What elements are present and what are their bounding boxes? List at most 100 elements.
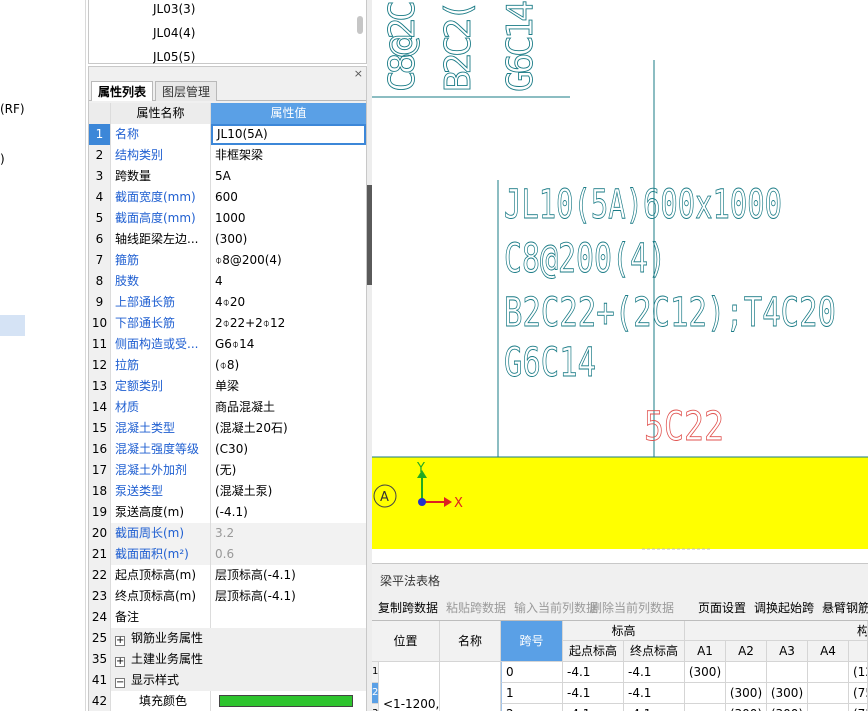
property-row[interactable]: 13 定额类别 单梁 bbox=[89, 376, 366, 397]
cell-start[interactable]: -4.1 bbox=[563, 662, 624, 683]
col-header-more[interactable]: 构 bbox=[849, 621, 868, 641]
property-row[interactable]: 17 混凝土外加剂 (无) bbox=[89, 460, 366, 481]
property-row[interactable]: 2 结构类别 非框架梁 bbox=[89, 145, 366, 166]
col-header-a3[interactable]: A3 bbox=[767, 641, 808, 662]
property-value[interactable]: 2⌽22+2⌽12 bbox=[211, 313, 366, 334]
property-value[interactable]: 4 bbox=[211, 271, 366, 292]
toolbar-button[interactable]: 调换起始跨 bbox=[754, 599, 814, 616]
cell-span[interactable]: 0 bbox=[501, 662, 563, 683]
cell-a1[interactable]: (300) bbox=[685, 662, 726, 683]
tree-scrollbar[interactable] bbox=[357, 16, 363, 34]
toolbar-button[interactable]: 粘贴跨数据 bbox=[446, 599, 506, 616]
property-value[interactable]: 商品混凝土 bbox=[211, 397, 366, 418]
col-header-elevation[interactable]: 标高 bbox=[563, 621, 685, 641]
cell-a2[interactable]: (300) bbox=[726, 683, 767, 704]
property-section-row[interactable]: 41− 显示样式 bbox=[89, 670, 366, 691]
toolbar-button[interactable]: 悬臂钢筋 bbox=[822, 599, 868, 616]
cell-name[interactable] bbox=[440, 662, 501, 711]
toolbar-button[interactable]: 复制跨数据 bbox=[378, 599, 438, 616]
property-row[interactable]: 24 备注 bbox=[89, 607, 366, 628]
property-row[interactable]: 1 名称 JL10(5A) bbox=[89, 124, 366, 145]
col-header-a2[interactable]: A2 bbox=[726, 641, 767, 662]
cell-a4[interactable] bbox=[808, 662, 849, 683]
section-label[interactable]: − 显示样式 bbox=[111, 670, 366, 691]
cell-a3[interactable] bbox=[767, 662, 808, 683]
cell-span[interactable]: 2 bbox=[501, 704, 563, 711]
section-label[interactable]: + 土建业务属性 bbox=[111, 649, 366, 670]
toolbar-button[interactable]: 删除当前列数据 bbox=[590, 599, 674, 616]
property-row[interactable]: 11 侧面构造或受... G6⌽14 bbox=[89, 334, 366, 355]
property-value[interactable]: 0.6 bbox=[211, 544, 366, 565]
property-value[interactable]: 非框架梁 bbox=[211, 145, 366, 166]
cell-start[interactable]: -4.1 bbox=[563, 683, 624, 704]
col-header-end-elevation[interactable]: 终点标高 bbox=[624, 641, 685, 662]
property-value[interactable] bbox=[211, 607, 366, 628]
property-row[interactable]: 7 箍筋 ⌽8@200(4) bbox=[89, 250, 366, 271]
property-section-row[interactable]: 35 + 土建业务属性 bbox=[89, 649, 366, 670]
expand-icon[interactable]: + bbox=[115, 636, 125, 646]
property-value[interactable]: (混凝土20石) bbox=[211, 418, 366, 439]
cell-a2[interactable]: (300) bbox=[726, 704, 767, 711]
property-value[interactable]: (混凝土泵) bbox=[211, 481, 366, 502]
tab-property-list[interactable]: 属性列表 bbox=[91, 81, 154, 101]
property-row[interactable]: 15 混凝土类型 (混凝土20石) bbox=[89, 418, 366, 439]
col-header-extra[interactable] bbox=[849, 641, 868, 662]
cell-span[interactable]: 1 bbox=[501, 683, 563, 704]
property-row[interactable]: 19 泵送高度(m) (-4.1) bbox=[89, 502, 366, 523]
property-row[interactable]: 8 肢数 4 bbox=[89, 271, 366, 292]
cell-extra[interactable]: (12 bbox=[849, 662, 868, 683]
cell-a3[interactable]: (300) bbox=[767, 704, 808, 711]
cell-extra[interactable]: (75 bbox=[849, 704, 868, 711]
cell-end[interactable]: -4.1 bbox=[624, 704, 685, 711]
property-row[interactable]: 21 截面面积(m²) 0.6 bbox=[89, 544, 366, 565]
property-value[interactable] bbox=[211, 691, 366, 711]
property-value[interactable]: 3.2 bbox=[211, 523, 366, 544]
property-row[interactable]: 5 截面高度(mm) 1000 bbox=[89, 208, 366, 229]
property-value[interactable]: (⌽8) bbox=[211, 355, 366, 376]
drawing-canvas[interactable]: C8@2C B2C2( G6C14 JL10(5A)600x1000 C8@20… bbox=[372, 0, 868, 555]
cell-start[interactable]: -4.1 bbox=[563, 704, 624, 711]
property-row[interactable]: 23 终点顶标高(m) 层顶标高(-4.1) bbox=[89, 586, 366, 607]
property-value[interactable]: 1000 bbox=[211, 208, 366, 229]
property-row[interactable]: 20 截面周长(m) 3.2 bbox=[89, 523, 366, 544]
col-header-a4[interactable]: A4 bbox=[808, 641, 849, 662]
property-value[interactable]: 层顶标高(-4.1) bbox=[211, 586, 366, 607]
tree-item[interactable]: JL05(5) bbox=[153, 50, 196, 64]
cell-a3[interactable]: (300) bbox=[767, 683, 808, 704]
col-header-span[interactable]: 跨号 bbox=[501, 621, 563, 662]
property-value[interactable]: 600 bbox=[211, 187, 366, 208]
property-section-row[interactable]: 25 + 钢筋业务属性 bbox=[89, 628, 366, 649]
property-row[interactable]: 12 拉筋 (⌽8) bbox=[89, 355, 366, 376]
cad-drawing[interactable]: C8@2C B2C2( G6C14 JL10(5A)600x1000 C8@20… bbox=[372, 0, 868, 555]
tree-item[interactable]: JL04(4) bbox=[153, 26, 196, 40]
property-value[interactable]: (300) bbox=[211, 229, 366, 250]
property-row[interactable]: 10 下部通长筋 2⌽22+2⌽12 bbox=[89, 313, 366, 334]
cell-position[interactable]: <1-1200, bbox=[379, 662, 440, 711]
col-header-start-elevation[interactable]: 起点标高 bbox=[563, 641, 624, 662]
left-item-label-2[interactable]: ) bbox=[0, 152, 5, 166]
toolbar-button[interactable]: 输入当前列数据 bbox=[514, 599, 598, 616]
property-value[interactable]: (无) bbox=[211, 460, 366, 481]
tree-item[interactable]: JL03(3) bbox=[153, 2, 196, 16]
property-row[interactable]: 4 截面宽度(mm) 600 bbox=[89, 187, 366, 208]
cell-end[interactable]: -4.1 bbox=[624, 683, 685, 704]
collapse-icon[interactable]: − bbox=[115, 678, 125, 688]
row-index[interactable]: 1 bbox=[372, 662, 379, 683]
row-index[interactable]: 3 bbox=[372, 704, 379, 711]
cell-a2[interactable] bbox=[726, 662, 767, 683]
left-selected-item[interactable] bbox=[0, 315, 25, 336]
section-label[interactable]: + 钢筋业务属性 bbox=[111, 628, 366, 649]
cell-end[interactable]: -4.1 bbox=[624, 662, 685, 683]
fill-color-swatch[interactable] bbox=[219, 695, 353, 707]
property-row[interactable]: 22 起点顶标高(m) 层顶标高(-4.1) bbox=[89, 565, 366, 586]
tab-layer-management[interactable]: 图层管理 bbox=[155, 81, 218, 101]
property-value[interactable]: 5A bbox=[211, 166, 366, 187]
property-value[interactable]: 层顶标高(-4.1) bbox=[211, 565, 366, 586]
col-header-a1[interactable]: A1 bbox=[685, 641, 726, 662]
property-row[interactable]: 6 轴线距梁左边... (300) bbox=[89, 229, 366, 250]
property-value[interactable]: (-4.1) bbox=[211, 502, 366, 523]
property-value[interactable]: G6⌽14 bbox=[211, 334, 366, 355]
expand-icon[interactable]: + bbox=[115, 657, 125, 667]
property-value[interactable]: (C30) bbox=[211, 439, 366, 460]
cell-a4[interactable] bbox=[808, 683, 849, 704]
